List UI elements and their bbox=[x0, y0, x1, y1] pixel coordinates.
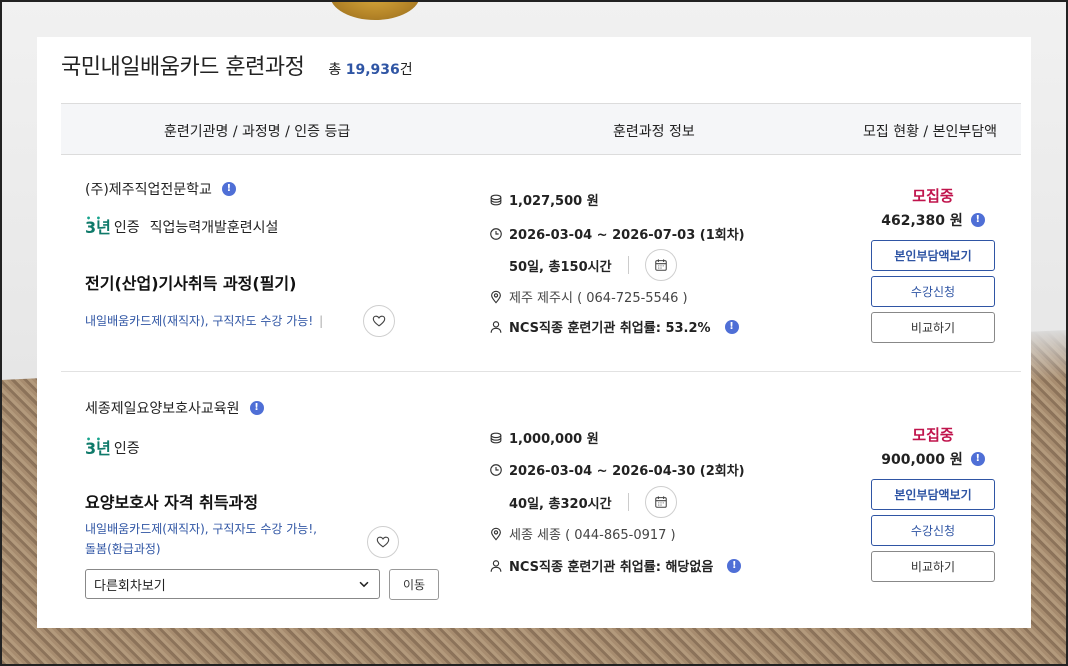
course-location: 세종 세종 ( 044-865-0917 ) bbox=[509, 528, 676, 543]
clock-icon bbox=[490, 463, 502, 476]
certification: 3년 인증 직업능력개발훈련시설 bbox=[85, 210, 279, 237]
duration-line: 50일, 총150시간 bbox=[509, 249, 677, 281]
employment-rate: NCS직종 훈련기관 취업률: 53.2% bbox=[509, 321, 711, 336]
self-pay-amount: 462,380 원 ! bbox=[871, 210, 995, 230]
table-header: 훈련기관명 / 과정명 / 인증 등급 훈련과정 정보 모집 현황 / 본인부담… bbox=[61, 103, 1021, 155]
info-icon[interactable]: ! bbox=[970, 213, 985, 227]
heart-icon bbox=[376, 536, 390, 548]
column-header-institution: 훈련기관명 / 과정명 / 인증 등급 bbox=[164, 124, 351, 140]
location-line: 세종 세종 ( 044-865-0917 ) bbox=[489, 524, 676, 543]
column-header-info: 훈련과정 정보 bbox=[613, 124, 695, 140]
price-line: 1,027,500 원 bbox=[489, 190, 599, 209]
course-name[interactable]: 전기(산업)기사취득 과정(필기) bbox=[85, 270, 296, 294]
cert-label: 인증 bbox=[113, 441, 140, 457]
status-badge: 모집중 bbox=[912, 187, 954, 205]
calendar-icon bbox=[654, 259, 667, 271]
title-row: 국민내일배움카드 훈련과정 총 19,936건 bbox=[61, 49, 413, 80]
total-count-number: 19,936 bbox=[345, 62, 400, 78]
info-icon[interactable]: ! bbox=[221, 182, 236, 196]
apply-button[interactable]: 수강신청 bbox=[871, 515, 995, 546]
location-pin-icon bbox=[491, 527, 501, 541]
table-row: (주)제주직업전문학교 ! 3년 인증 직업능력개발훈련시설 전기(산업)기사취… bbox=[61, 155, 1021, 372]
info-icon[interactable]: ! bbox=[249, 401, 264, 415]
price-line: 1,000,000 원 bbox=[489, 428, 599, 447]
self-pay-amount: 900,000 원 ! bbox=[871, 449, 995, 469]
employment-line: NCS직종 훈련기관 취업률: 해당없음 ! bbox=[489, 556, 742, 575]
course-duration: 50일, 총150시간 bbox=[509, 259, 612, 275]
course-period: 2026-03-04 ~ 2026-07-03 (1회차) bbox=[509, 228, 745, 243]
calendar-button[interactable] bbox=[644, 486, 677, 518]
info-icon[interactable]: ! bbox=[727, 558, 742, 573]
info-icon[interactable]: ! bbox=[724, 319, 739, 334]
person-icon bbox=[490, 559, 502, 572]
recruit-status: 모집중 462,380 원 ! 본인부담액보기 수강신청 비교하기 bbox=[871, 185, 995, 343]
table-row: 세종제일요양보호사교육원 ! 3년 인증 요양보호사 자격 취득과정 내일배움카… bbox=[61, 372, 1021, 628]
self-pay-button[interactable]: 본인부담액보기 bbox=[871, 240, 995, 271]
self-pay-button[interactable]: 본인부담액보기 bbox=[871, 479, 995, 510]
person-icon bbox=[490, 320, 502, 333]
coin-icon bbox=[490, 194, 502, 205]
wishlist-button[interactable] bbox=[363, 305, 395, 337]
institution-name[interactable]: 세종제일요양보호사교육원 ! bbox=[85, 398, 264, 418]
course-name[interactable]: 요양보호사 자격 취득과정 bbox=[85, 489, 258, 513]
course-tags: 내일배움카드제(재직자), 구직자도 수강 가능! | bbox=[85, 314, 324, 328]
clock-icon bbox=[490, 227, 502, 240]
period-line: 2026-03-04 ~ 2026-04-30 (2회차) bbox=[489, 460, 745, 479]
course-location: 제주 제주시 ( 064-725-5546 ) bbox=[509, 291, 688, 306]
calendar-icon bbox=[654, 496, 667, 508]
cert-badge: 3년 인증 bbox=[85, 210, 140, 237]
institution-name[interactable]: (주)제주직업전문학교 ! bbox=[85, 179, 236, 199]
compare-button[interactable]: 비교하기 bbox=[871, 312, 995, 343]
course-tags: 내일배움카드제(재직자), 구직자도 수강 가능!, 돌봄(환급과정) bbox=[85, 522, 317, 556]
page-title: 국민내일배움카드 훈련과정 bbox=[61, 55, 305, 80]
wishlist-button[interactable] bbox=[367, 526, 399, 558]
column-header-status: 모집 현황 / 본인부담액 bbox=[863, 124, 997, 140]
recruit-status: 모집중 900,000 원 ! 본인부담액보기 수강신청 비교하기 bbox=[871, 424, 995, 582]
cert-type: 직업능력개발훈련시설 bbox=[149, 220, 279, 236]
course-list-panel: 국민내일배움카드 훈련과정 총 19,936건 훈련기관명 / 과정명 / 인증… bbox=[37, 37, 1031, 628]
status-badge: 모집중 bbox=[912, 426, 954, 444]
cert-year: 3년 bbox=[85, 210, 111, 237]
course-price: 1,000,000 원 bbox=[509, 432, 599, 447]
go-button[interactable]: 이동 bbox=[389, 569, 439, 600]
employment-rate: NCS직종 훈련기관 취업률: 해당없음 bbox=[509, 560, 714, 575]
location-line: 제주 제주시 ( 064-725-5546 ) bbox=[489, 287, 688, 306]
chevron-down-icon bbox=[359, 581, 369, 588]
course-price: 1,027,500 원 bbox=[509, 194, 599, 209]
certification: 3년 인증 bbox=[85, 431, 140, 458]
compare-button[interactable]: 비교하기 bbox=[871, 551, 995, 582]
duration-line: 40일, 총320시간 bbox=[509, 486, 677, 518]
coin-icon bbox=[490, 432, 502, 443]
location-pin-icon bbox=[491, 290, 501, 304]
heart-icon bbox=[372, 315, 386, 327]
cert-badge: 3년 인증 bbox=[85, 431, 140, 458]
total-count: 총 19,936건 bbox=[328, 62, 413, 78]
calendar-button[interactable] bbox=[644, 249, 677, 281]
employment-line: NCS직종 훈련기관 취업률: 53.2% ! bbox=[489, 317, 739, 336]
period-line: 2026-03-04 ~ 2026-07-03 (1회차) bbox=[489, 224, 745, 243]
apply-button[interactable]: 수강신청 bbox=[871, 276, 995, 307]
course-duration: 40일, 총320시간 bbox=[509, 496, 612, 512]
cert-label: 인증 bbox=[113, 220, 140, 236]
other-session-select[interactable]: 다른회차보기 bbox=[85, 569, 380, 599]
info-icon[interactable]: ! bbox=[970, 452, 985, 466]
cert-year: 3년 bbox=[85, 431, 111, 458]
course-period: 2026-03-04 ~ 2026-04-30 (2회차) bbox=[509, 464, 745, 479]
